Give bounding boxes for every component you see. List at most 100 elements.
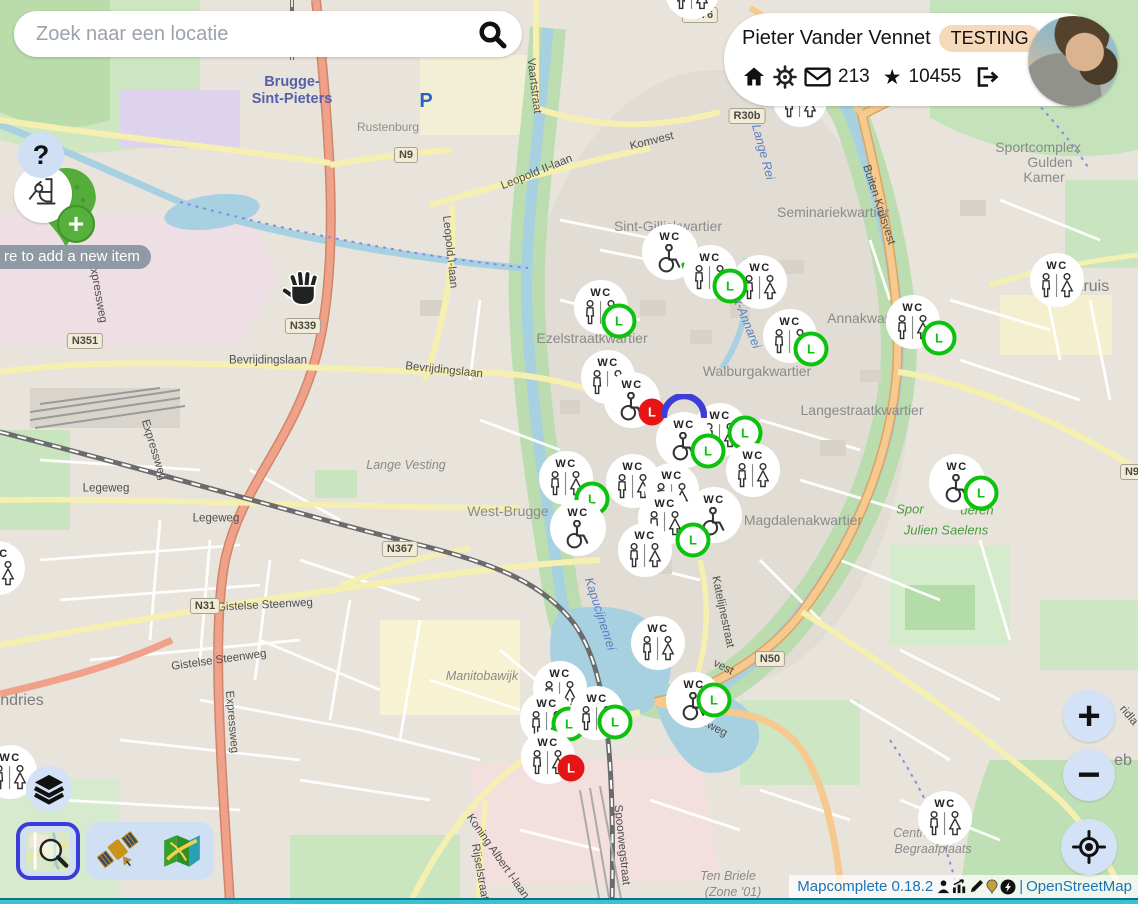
search-bar	[14, 11, 522, 57]
mail-icon	[804, 67, 831, 87]
wc-label: WC	[0, 548, 9, 560]
toilet-marker[interactable]: WC L	[683, 245, 737, 299]
wc-label: WC	[934, 798, 955, 810]
add-item-tooltip: re to add a new item	[0, 245, 151, 269]
openstreetmap-link[interactable]: OpenStreetMap	[1026, 878, 1132, 895]
toilet-marker[interactable]: WC L	[886, 295, 940, 349]
wc-label: WC	[622, 461, 643, 473]
search-input[interactable]	[34, 22, 470, 47]
wc-label: WC	[946, 461, 967, 473]
wheelchair-toilet-marker[interactable]: WC L	[666, 672, 722, 728]
layers-button[interactable]	[26, 766, 72, 812]
wc-label: WC	[586, 693, 607, 705]
search-button[interactable]	[470, 18, 522, 50]
bottom-strip	[0, 898, 1138, 904]
toilet-marker[interactable]: WC	[726, 443, 780, 497]
male-female-icon	[734, 463, 772, 490]
osm-carto-icon	[26, 829, 70, 873]
opening-hours-badge: L	[691, 434, 726, 469]
wc-label: WC	[590, 287, 611, 299]
home-icon	[742, 65, 766, 89]
testing-badge: TESTING	[939, 25, 1041, 52]
search-icon	[476, 18, 508, 50]
wc-label: WC	[555, 458, 576, 470]
zoom-in-button[interactable]: +	[1063, 690, 1115, 742]
wrench-toilet-icon	[24, 175, 62, 213]
user-name: Pieter Vander Vennet	[742, 27, 931, 50]
toilet-marker[interactable]: WC	[918, 791, 972, 845]
changesets-count: 10455	[909, 66, 962, 88]
wheelchair-toilet-marker[interactable]: WC L	[656, 412, 712, 468]
basemap-option-satellite[interactable]	[86, 822, 150, 880]
zoom-out-button[interactable]: −	[1063, 749, 1115, 801]
wc-label: WC	[1046, 260, 1067, 272]
wc-label: WC	[549, 668, 570, 680]
male-female-icon	[0, 561, 17, 588]
statistics-icon	[952, 879, 968, 894]
mapcomplete-app: Brugge-Sint-PietersRustenburgVaartstraat…	[0, 0, 1138, 904]
opening-hours-badge: L	[602, 304, 637, 339]
opening-hours-badge: L	[922, 321, 957, 356]
mapcomplete-version-link[interactable]: Mapcomplete 0.18.2	[797, 878, 933, 895]
basemap-switcher	[16, 822, 214, 880]
attribution-badge-icon	[1000, 879, 1016, 895]
toilet-marker[interactable]: WC	[1030, 253, 1084, 307]
changesets-button[interactable]: ★	[883, 67, 902, 88]
opening-hours-badge: L	[697, 683, 732, 718]
wc-label: WC	[654, 498, 675, 510]
edit-pencil-icon	[969, 879, 984, 894]
wheelchair-icon	[563, 520, 594, 549]
toilet-marker[interactable]: WC L	[763, 309, 817, 363]
map-markers-layer: WC WC WC	[0, 0, 1138, 904]
wc-label: WC	[537, 737, 558, 749]
wc-label: WC	[567, 507, 588, 519]
basemap-group	[86, 822, 214, 880]
wheelchair-toilet-marker[interactable]: WC L	[929, 454, 985, 510]
layers-icon	[32, 773, 66, 805]
toilet-marker[interactable]: WC L	[539, 451, 593, 505]
help-button[interactable]: ?	[18, 132, 64, 178]
toilet-marker[interactable]: WC	[665, 0, 719, 19]
wc-label: WC	[742, 450, 763, 462]
settings-button[interactable]	[773, 65, 797, 89]
toilet-marker[interactable]: WC L	[618, 523, 672, 577]
home-button[interactable]	[742, 65, 766, 89]
wc-label: WC	[673, 419, 694, 431]
male-female-icon	[0, 765, 29, 792]
wc-label: WC	[779, 316, 800, 328]
toilet-marker[interactable]: WC	[0, 541, 25, 595]
male-female-icon	[673, 0, 711, 12]
toilet-marker[interactable]: WC L	[521, 730, 575, 784]
user-avatar[interactable]	[1028, 16, 1118, 106]
add-item-button[interactable]: +	[57, 205, 95, 243]
help-label: ?	[33, 140, 50, 171]
opening-hours-badge: L	[964, 476, 999, 511]
attribution-bar: Mapcomplete 0.18.2 | OpenStreetMap	[789, 875, 1138, 898]
wc-label: WC	[709, 410, 730, 422]
opening-hours-badge: L	[794, 332, 829, 367]
opening-hours-badge: L	[598, 705, 633, 740]
theme-marker-icon	[985, 879, 999, 894]
wc-label: WC	[659, 231, 680, 243]
basemap-option-map[interactable]	[150, 822, 214, 880]
male-female-icon	[639, 636, 677, 663]
toilet-marker[interactable]: WC L	[574, 280, 628, 334]
wc-label: WC	[749, 262, 770, 274]
wc-label: WC	[699, 252, 720, 264]
messages-button[interactable]	[804, 67, 831, 87]
contributors-icon	[936, 879, 951, 894]
star-icon: ★	[883, 67, 902, 88]
toilet-marker[interactable]: WC	[631, 616, 685, 670]
messages-count: 213	[838, 66, 870, 88]
opening-hours-badge: L	[558, 755, 585, 782]
male-female-icon	[626, 543, 664, 570]
geolocate-button[interactable]	[1061, 819, 1117, 875]
logout-button[interactable]	[974, 65, 1000, 89]
attribution-separator: |	[1019, 878, 1023, 895]
basemap-option-osm-carto[interactable]	[16, 822, 80, 880]
toilet-marker[interactable]: WC L	[570, 686, 624, 740]
wheelchair-toilet-marker[interactable]: WC	[550, 500, 606, 556]
opening-hours-badge: L	[676, 523, 711, 558]
logout-icon	[974, 65, 1000, 89]
wc-label: WC	[536, 698, 557, 710]
